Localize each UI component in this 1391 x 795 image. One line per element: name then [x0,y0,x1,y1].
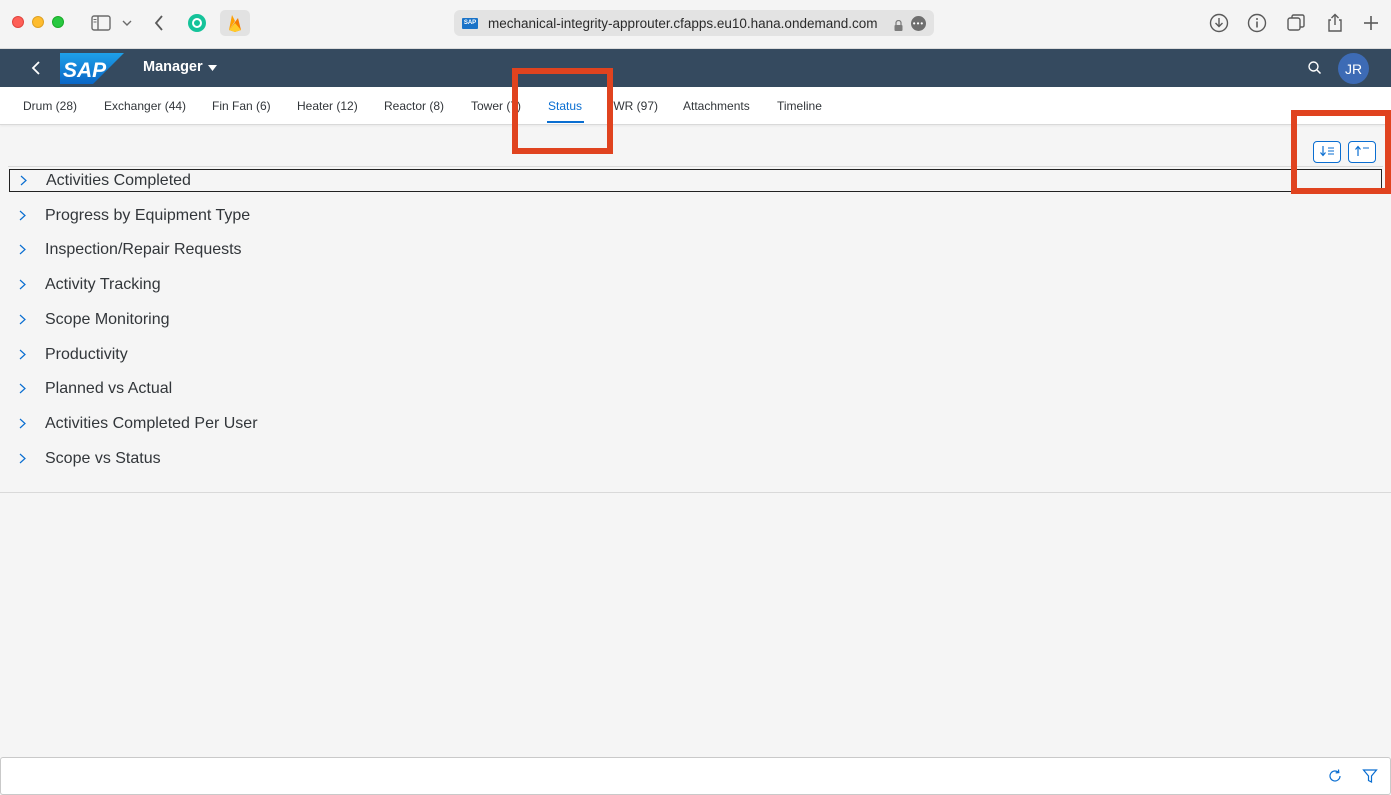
panel-activities-completed-per-user[interactable]: Activities Completed Per User [9,412,1382,435]
divider [8,166,1383,167]
maximize-window-button[interactable] [52,16,64,28]
share-icon[interactable] [1324,12,1346,34]
chevron-right-icon[interactable] [19,453,29,464]
panel-activities-completed[interactable]: Activities Completed [9,169,1382,192]
svg-text:SAP: SAP [63,59,107,82]
tab-heater[interactable]: Heater (12) [297,99,358,113]
refresh-icon[interactable] [1327,768,1343,784]
highlight-box-toolbar-buttons [1291,110,1391,194]
chevron-right-icon[interactable] [20,175,30,186]
extension-firebase-icon[interactable] [220,10,250,36]
chevron-right-icon[interactable] [19,383,29,394]
info-icon[interactable] [1246,12,1268,34]
site-favicon: SAP [462,17,478,29]
tab-overview-icon[interactable] [1285,12,1307,34]
chevron-right-icon[interactable] [19,349,29,360]
downloads-icon[interactable] [1208,12,1230,34]
address-bar[interactable]: SAP mechanical-integrity-approuter.cfapp… [454,10,934,36]
chevron-down-icon[interactable] [120,12,134,34]
tab-timeline[interactable]: Timeline [777,99,822,113]
shell-bar: SAP Manager JR [0,49,1391,87]
panel-scope-monitoring[interactable]: Scope Monitoring [9,308,1382,331]
user-avatar[interactable]: JR [1338,53,1369,84]
chevron-right-icon[interactable] [19,210,29,221]
footer-bar [0,757,1391,795]
panel-title: Activities Completed [46,171,191,189]
tab-exchanger[interactable]: Exchanger (44) [104,99,186,113]
shell-back-icon[interactable] [26,58,46,78]
panel-scope-vs-status[interactable]: Scope vs Status [9,447,1382,470]
new-tab-icon[interactable] [1360,12,1382,34]
panel-inspection-repair-requests[interactable]: Inspection/Repair Requests [9,238,1382,261]
chevron-right-icon[interactable] [19,279,29,290]
panel-title: Activity Tracking [45,275,161,293]
browser-toolbar: SAP mechanical-integrity-approuter.cfapp… [0,0,1391,49]
chevron-right-icon[interactable] [19,244,29,255]
panel-title: Progress by Equipment Type [45,206,251,224]
sap-logo[interactable]: SAP [60,53,124,84]
sidebar-toggle-icon[interactable] [90,12,112,34]
tab-attachments[interactable]: Attachments [683,99,750,113]
panel-title: Productivity [45,345,128,363]
lock-icon [894,18,903,31]
panel-title: Inspection/Repair Requests [45,240,242,258]
minimize-window-button[interactable] [32,16,44,28]
filter-icon[interactable] [1362,768,1378,784]
panel-activity-tracking[interactable]: Activity Tracking [9,273,1382,296]
panel-title: Scope Monitoring [45,310,170,328]
panel-productivity[interactable]: Productivity [9,343,1382,366]
url-text[interactable]: mechanical-integrity-approuter.cfapps.eu… [488,16,888,31]
tab-drum[interactable]: Drum (28) [23,99,77,113]
divider [0,492,1391,493]
shell-title-menu[interactable]: Manager [143,59,217,75]
tab-reactor[interactable]: Reactor (8) [384,99,444,113]
panel-planned-vs-actual[interactable]: Planned vs Actual [9,377,1382,400]
extension-grammarly-icon[interactable] [186,12,208,34]
tab-fin-fan[interactable]: Fin Fan (6) [212,99,271,113]
page-menu-icon[interactable]: ••• [911,15,926,31]
close-window-button[interactable] [12,16,24,28]
chevron-right-icon[interactable] [19,314,29,325]
highlight-box-status-tab [512,68,613,154]
icon-tab-bar: Drum (28) Exchanger (44) Fin Fan (6) Hea… [0,87,1391,125]
panel-title: Planned vs Actual [45,379,173,397]
chevron-right-icon[interactable] [19,418,29,429]
panel-title: Scope vs Status [45,449,161,467]
back-icon[interactable] [150,12,168,34]
panel-title: Activities Completed Per User [45,414,258,432]
search-icon[interactable] [1306,59,1324,77]
panel-progress-by-equipment-type[interactable]: Progress by Equipment Type [9,204,1382,227]
tab-iwr[interactable]: IWR (97) [610,99,658,113]
shell-title: Manager [143,59,203,75]
caret-down-icon [207,59,217,75]
